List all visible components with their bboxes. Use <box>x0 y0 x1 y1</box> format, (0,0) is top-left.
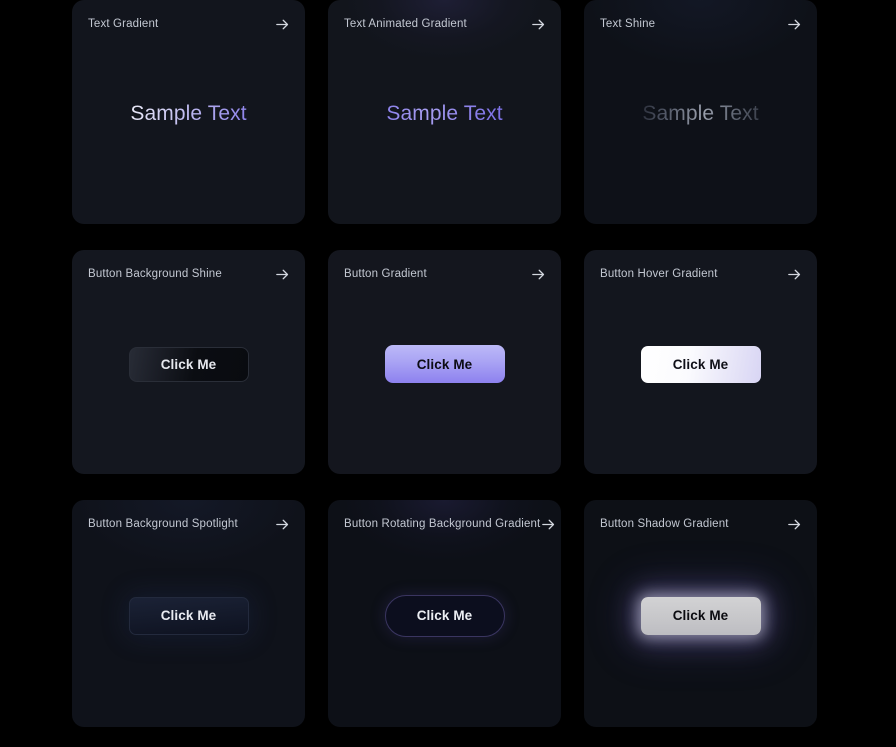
card-button-rotating-background-gradient[interactable]: Button Rotating Background Gradient Clic… <box>328 500 561 727</box>
card-body: Sample Text <box>328 0 561 224</box>
card-button-hover-gradient[interactable]: Button Hover Gradient Click Me <box>584 250 817 474</box>
card-button-background-shine[interactable]: Button Background Shine Click Me <box>72 250 305 474</box>
click-me-button[interactable]: Click Me <box>384 345 505 383</box>
sample-text-gradient: Sample Text <box>130 102 247 125</box>
card-body: Click Me <box>584 500 817 727</box>
card-body: Sample Text <box>72 0 305 224</box>
click-me-button[interactable]: Click Me <box>384 594 505 637</box>
card-body: Click Me <box>72 250 305 474</box>
sample-text-shine: Sample Text <box>642 102 759 125</box>
card-body: Click Me <box>328 500 561 727</box>
card-body: Click Me <box>72 500 305 727</box>
click-me-button[interactable]: Click Me <box>640 596 761 635</box>
card-button-gradient[interactable]: Button Gradient Click Me <box>328 250 561 474</box>
click-me-button[interactable]: Click Me <box>128 346 249 382</box>
card-button-background-spotlight[interactable]: Button Background Spotlight Click Me <box>72 500 305 727</box>
card-body: Sample Text <box>584 0 817 224</box>
card-text-animated-gradient[interactable]: Text Animated Gradient Sample Text <box>328 0 561 224</box>
click-me-button[interactable]: Click Me <box>128 596 249 635</box>
card-body: Click Me <box>328 250 561 474</box>
click-me-button[interactable]: Click Me <box>640 345 761 383</box>
card-text-gradient[interactable]: Text Gradient Sample Text <box>72 0 305 224</box>
card-body: Click Me <box>584 250 817 474</box>
sample-text-animated-gradient: Sample Text <box>386 102 503 125</box>
effects-card-grid: Text Gradient Sample Text Text Animated … <box>72 0 817 727</box>
card-button-shadow-gradient[interactable]: Button Shadow Gradient Click Me <box>584 500 817 727</box>
card-text-shine[interactable]: Text Shine Sample Text <box>584 0 817 224</box>
